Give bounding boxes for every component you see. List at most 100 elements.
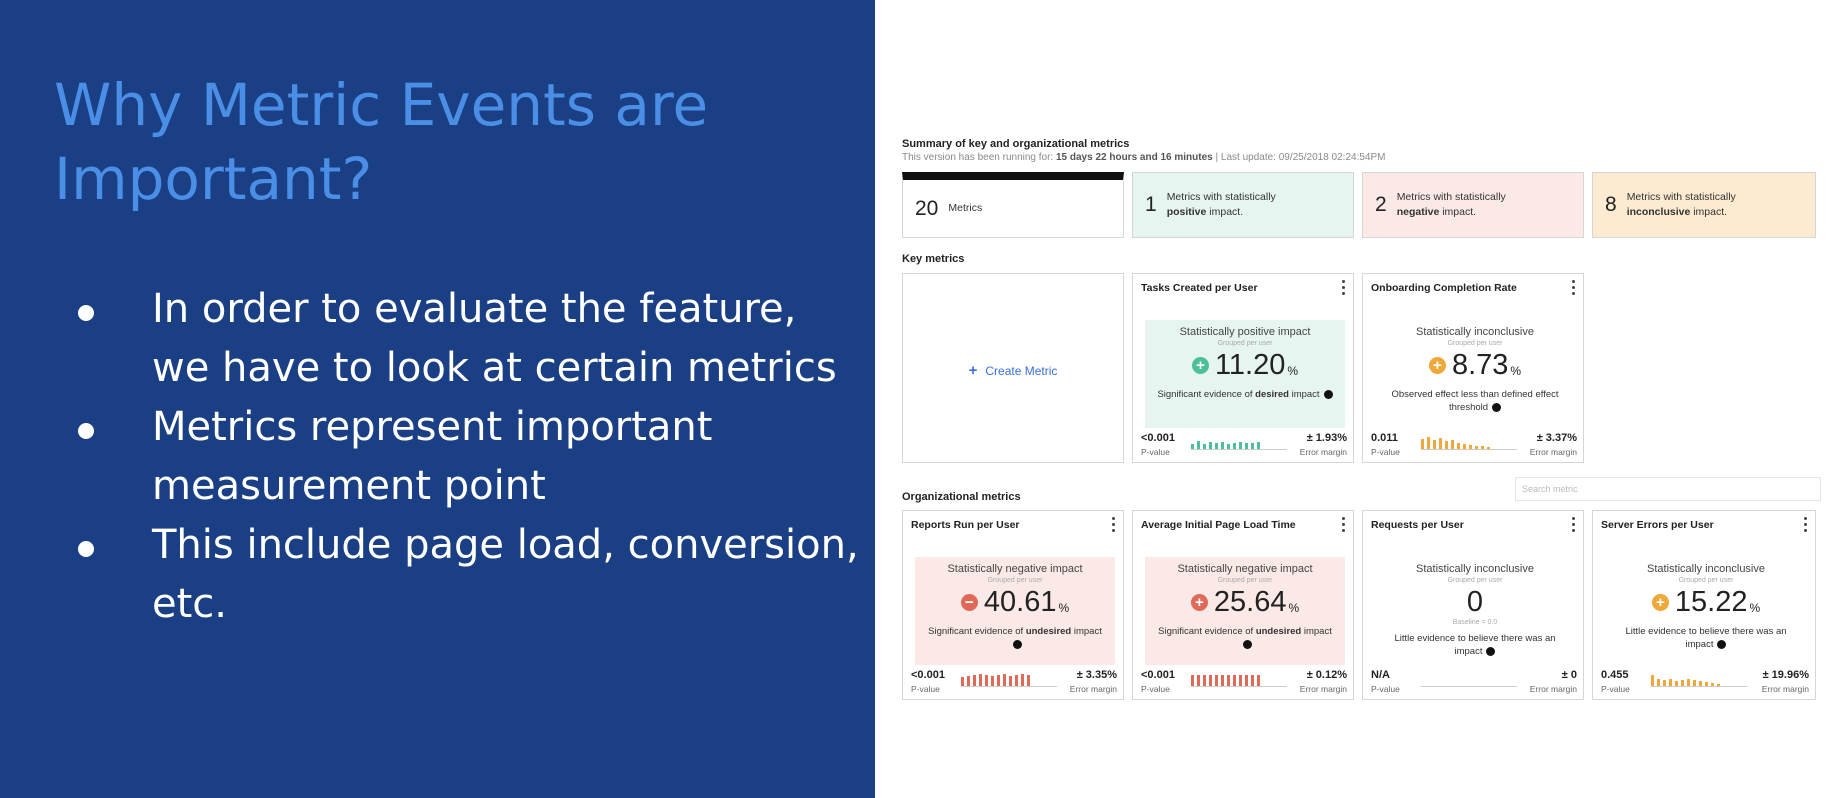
create-metric-card[interactable]: + Create Metric [902,273,1124,463]
sparkline [1191,435,1287,450]
sparkline-bar [1215,443,1218,449]
summary-label: Metrics with statistically positive impac… [1166,191,1276,218]
bullet-dot-icon [78,423,94,439]
key-metrics-label: Key metrics [902,253,965,265]
sparkline-bar [1003,674,1006,686]
sparkline-bar [1421,439,1424,449]
bullet-item: This include page load, conversion, etc. [72,516,862,634]
info-icon[interactable] [1242,639,1252,649]
kebab-menu-icon[interactable] [1572,517,1575,535]
p-value: 0.011 [1371,432,1398,444]
sparkline-bar [1669,679,1672,686]
metric-value: +15.22% [1605,586,1807,619]
summary-count: 1 [1145,193,1157,216]
sparkline-bar [1693,680,1696,686]
metric-grouping: Grouped per user [1217,577,1273,584]
sparkline-bar [1463,444,1466,449]
plus-circle-icon: + [1428,357,1446,374]
summary-count: 20 [915,196,939,220]
sparkline-bar [1233,675,1236,686]
metric-card[interactable]: Reports Run per User Statistically negat… [902,510,1124,700]
sparkline-bar [961,677,964,686]
metric-status: Statistically inconclusive [1647,563,1765,575]
sparkline-bar [1227,675,1230,686]
dashboard-screenshot: Summary of key and organizational metric… [875,0,1826,798]
sparkline-bar [1203,675,1206,686]
slide-title: Why Metric Events are Important? [54,71,709,213]
p-value: <0.001 [911,669,945,681]
sparkline-bar [967,676,970,686]
error-margin-label: Error margin [1529,447,1577,457]
p-value-label: P-value [911,684,940,694]
sparkline-bar [1445,441,1448,449]
metric-evidence: Significant evidence of undesired impact [1145,625,1345,651]
minus-circle-icon: − [960,594,978,611]
kebab-menu-icon[interactable] [1804,517,1807,535]
metric-result-panel: Statistically positive impact Grouped pe… [1145,320,1345,428]
metric-card[interactable]: Requests per User Statistically inconclu… [1362,510,1584,700]
kebab-menu-icon[interactable] [1112,517,1115,535]
p-value-label: P-value [1141,447,1170,457]
metric-status: Statistically inconclusive [1416,563,1534,575]
bullet-item: In order to evaluate the feature, we hav… [72,280,862,398]
plus-circle-icon: + [1190,594,1208,611]
error-margin: ± 0.12% [1306,669,1347,681]
p-value: <0.001 [1141,669,1175,681]
sparkline-bar [997,675,1000,686]
sparkline-bar [979,674,982,686]
info-icon[interactable] [1012,639,1022,649]
org-metrics-label: Organizational metrics [902,491,1021,503]
sparkline [1651,672,1747,687]
kebab-menu-icon[interactable] [1342,280,1345,298]
sparkline [1191,672,1287,687]
p-value: 0.455 [1601,669,1629,681]
search-metric-input[interactable]: Search metric [1515,477,1821,501]
summary-card-negative[interactable]: 2 Metrics with statistically negative imp… [1362,172,1584,238]
slide-panel: Why Metric Events are Important? In orde… [0,0,875,798]
summary-count: 8 [1605,193,1617,216]
sparkline-bar [1203,444,1206,449]
sparkline-bar [973,675,976,686]
sparkline-bar [1021,674,1024,686]
summary-label: Metrics [948,202,983,214]
metric-title: Reports Run per User [911,519,1020,531]
sparkline-bar [1439,438,1442,449]
metric-card[interactable]: Tasks Created per User Statistically pos… [1132,273,1354,463]
p-value: N/A [1371,669,1390,681]
info-icon[interactable] [1492,402,1502,412]
metric-title: Server Errors per User [1601,519,1714,531]
sparkline-bar [1239,675,1242,686]
sparkline-bar [1427,437,1430,449]
metric-status: Statistically inconclusive [1416,326,1534,338]
running-duration: 15 days 22 hours and 16 minutes [1055,152,1213,163]
sparkline-bar [1209,442,1212,449]
sparkline-bar [1221,675,1224,686]
kebab-menu-icon[interactable] [1342,517,1345,535]
sparkline-bar [1657,679,1660,686]
metric-value: +8.73% [1375,349,1575,382]
error-margin-label: Error margin [1761,684,1809,694]
sparkline-bar [1487,447,1490,449]
sparkline-bar [1663,680,1666,686]
metric-result-panel: Statistically negative impact Grouped pe… [1145,557,1345,665]
summary-card-total[interactable]: 20 Metrics [902,172,1124,238]
metric-card[interactable]: Average Initial Page Load Time Statistic… [1132,510,1354,700]
metric-title: Requests per User [1371,519,1464,531]
sparkline-bar [1209,675,1212,686]
info-icon[interactable] [1717,639,1727,649]
metric-card[interactable]: Onboarding Completion Rate Statistically… [1362,273,1584,463]
create-metric-button[interactable]: + Create Metric [903,362,1123,379]
summary-label: Metrics with statistically negative impac… [1396,191,1506,218]
sparkline-bar [1009,676,1012,686]
summary-count: 2 [1375,193,1387,216]
summary-card-inconclusive[interactable]: 8 Metrics with statistically inconclusive… [1592,172,1816,238]
metric-result-panel: Statistically inconclusive Grouped per u… [1375,557,1575,665]
sparkline-bar [1469,445,1472,449]
bullet-item: Metrics represent important measurement … [72,398,862,516]
sparkline [961,672,1057,687]
summary-card-positive[interactable]: 1 Metrics with statistically positive imp… [1132,172,1354,238]
info-icon[interactable] [1323,389,1333,399]
info-icon[interactable] [1486,646,1496,656]
kebab-menu-icon[interactable] [1572,280,1575,298]
metric-card[interactable]: Server Errors per User Statistically inc… [1592,510,1816,700]
